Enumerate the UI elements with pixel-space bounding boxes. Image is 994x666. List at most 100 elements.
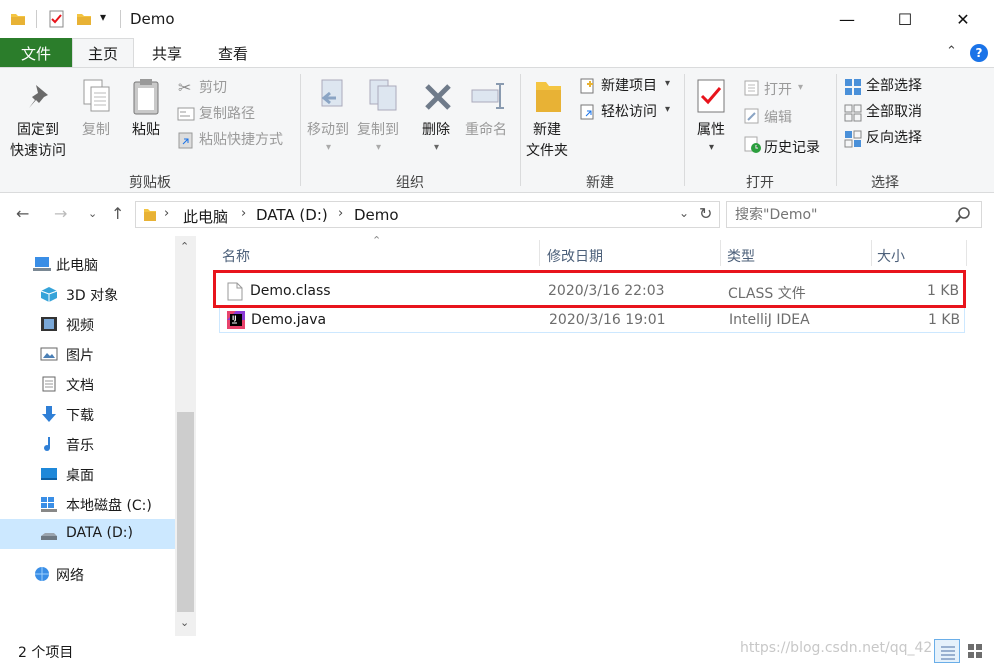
nav-item-label: 桌面 [66,468,94,484]
search-input[interactable] [735,205,945,225]
computer-icon [33,257,51,271]
nav-item-this-pc[interactable]: 此电脑 [0,249,175,279]
properties-icon [697,79,725,113]
properties-qat-icon[interactable] [49,10,65,28]
nav-item-label: 此电脑 [56,258,98,274]
breadcrumb-data-drive[interactable]: DATA (D:) [256,206,328,224]
large-icons-view-button[interactable] [962,639,988,663]
tab-share[interactable]: 共享 [136,38,198,68]
tab-file[interactable]: 文件 [0,38,72,68]
nav-item-videos[interactable]: 视频 [0,309,175,339]
nav-item-label: 网络 [56,568,84,584]
help-icon[interactable]: ? [970,44,988,62]
scroll-down-icon[interactable]: ⌄ [180,616,189,629]
ribbon-collapse-icon[interactable]: ⌃ [946,44,957,59]
new-item-icon [580,78,594,94]
group-separator [520,74,521,186]
address-dropdown-icon[interactable]: ⌄ [679,206,689,220]
nav-item-label: 3D 对象 [66,288,119,304]
group-separator [300,74,301,186]
new-group-label: 新建 [586,175,614,191]
easy-access-icon [580,104,594,120]
ribbon-tabs: 文件 主页 共享 查看 ⌃ ? [0,38,994,68]
nav-item-label: 图片 [66,348,94,364]
file-row-demo-java[interactable]: IJ Demo.java 2020/3/16 19:01 IntelliJ ID… [219,307,965,333]
maximize-button[interactable]: ☐ [876,0,934,38]
search-icon[interactable] [955,207,971,223]
navigation-scrollbar[interactable]: ⌃ ⌄ [175,236,196,636]
nav-item-label: DATA (D:) [66,525,133,541]
scroll-up-icon[interactable]: ⌃ [180,240,189,253]
nav-item-music[interactable]: 音乐 [0,429,175,459]
column-divider[interactable] [966,240,967,266]
nav-item-label: 文档 [66,378,94,394]
tab-view[interactable]: 查看 [200,38,266,68]
column-divider[interactable] [871,240,872,266]
cube-icon [40,287,58,302]
refresh-icon[interactable]: ↻ [699,204,712,223]
qat-dropdown-icon[interactable]: ▾ [100,10,106,24]
new-folder-label-2: 文件夹 [526,143,568,159]
copy-path-icon [177,107,195,121]
large-icons-view-icon [968,644,982,658]
nav-item-pictures[interactable]: 图片 [0,339,175,369]
dropdown-arrow-icon: ▾ [665,78,671,89]
column-divider[interactable] [539,240,540,266]
forward-arrow-icon[interactable]: → [54,204,67,223]
tab-home[interactable]: 主页 [72,38,134,68]
highlight-annotation-box [213,270,966,308]
nav-item-data-d[interactable]: DATA (D:) [0,519,175,549]
address-bar[interactable]: › 此电脑 › DATA (D:) › Demo ⌄ ↻ [135,201,720,228]
column-header-label: 大小 [877,249,905,265]
separator [36,10,37,28]
nav-item-documents[interactable]: 文档 [0,369,175,399]
column-divider[interactable] [720,240,721,266]
details-view-icon [941,646,955,660]
network-icon [35,567,49,581]
new-folder-icon [536,82,561,112]
drive-icon [41,533,57,540]
column-header-size[interactable]: 大小 [874,236,966,268]
copy-to-label: 复制到 [357,122,399,138]
scrollbar-thumb[interactable] [177,412,194,612]
separator [120,10,121,28]
copy-path-label: 复制路径 [199,106,255,122]
edit-label: 编辑 [764,110,792,126]
dropdown-arrow-icon: ▾ [434,142,440,153]
file-size: 1 KB [928,312,961,328]
group-separator [684,74,685,186]
breadcrumb-separator-icon: › [338,206,344,221]
nav-item-3d-objects[interactable]: 3D 对象 [0,279,175,309]
nav-item-downloads[interactable]: 下载 [0,399,175,429]
up-arrow-icon[interactable]: ↑ [111,204,124,223]
details-view-button[interactable] [934,639,960,663]
nav-item-label: 本地磁盘 (C:) [66,498,152,514]
nav-item-network[interactable]: 网络 [0,559,175,589]
nav-item-desktop[interactable]: 桌面 [0,459,175,489]
history-icon [744,136,761,153]
select-none-label: 全部取消 [866,104,922,120]
breadcrumb-separator-icon: › [164,206,170,221]
breadcrumb-this-pc[interactable]: 此电脑 [183,206,228,227]
nav-item-local-disk-c[interactable]: 本地磁盘 (C:) [0,489,175,519]
column-header-type[interactable]: 类型 [723,236,871,268]
select-group-label: 选择 [871,175,899,191]
open-label: 打开 [764,82,792,98]
recent-locations-chevron-icon[interactable]: ⌄ [88,207,97,220]
navigation-pane: 此电脑 3D 对象 视频 图片 文档 下载 音乐 桌面 本地磁盘 (C:) DA… [0,236,175,636]
nav-item-label: 下载 [66,408,94,424]
move-to-label: 移动到 [307,122,349,138]
address-row: ← → ⌄ ↑ › 此电脑 › DATA (D:) › Demo ⌄ ↻ [0,194,994,236]
column-header-modified[interactable]: 修改日期 [542,236,720,268]
group-separator [836,74,837,186]
column-header-label: 类型 [727,249,755,265]
new-folder-qat-icon[interactable] [76,11,92,27]
desktop-icon [41,468,57,480]
column-header-name[interactable]: 名称 [219,236,539,268]
minimize-button[interactable]: — [818,0,876,38]
close-button[interactable]: ✕ [934,0,992,38]
video-icon [41,317,57,331]
breadcrumb-demo[interactable]: Demo [354,206,399,224]
search-box[interactable] [726,201,982,228]
back-arrow-icon[interactable]: ← [16,204,29,223]
